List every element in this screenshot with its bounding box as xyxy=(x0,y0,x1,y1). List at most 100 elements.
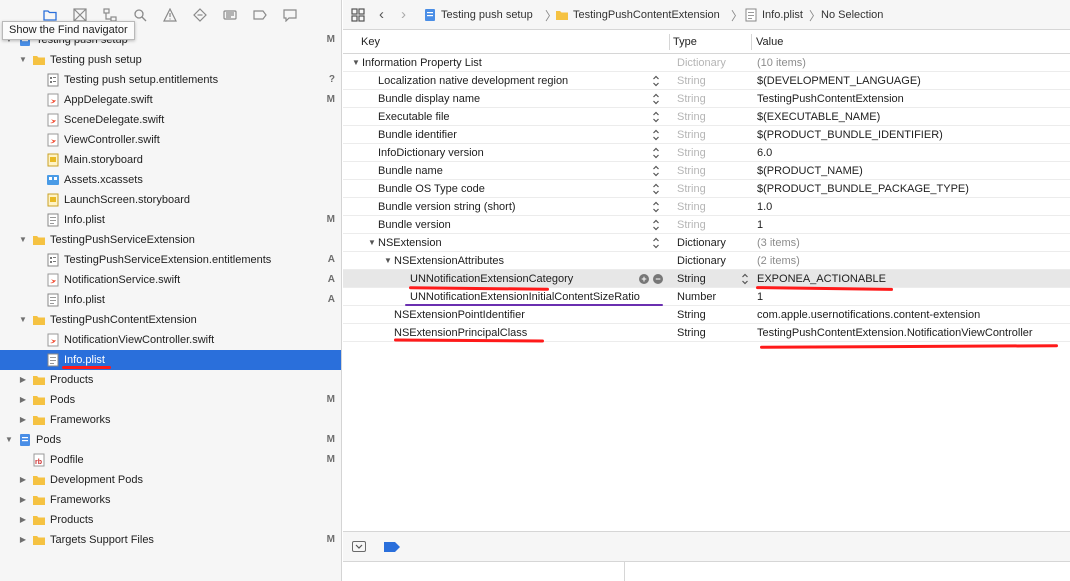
plist-value[interactable]: $(PRODUCT_NAME) xyxy=(757,162,863,180)
plist-key[interactable]: Bundle identifier xyxy=(378,126,457,144)
plist-row[interactable]: ▼ NSExtension Dictionary (3 items) xyxy=(343,234,1070,252)
plist-row[interactable]: ▼ NSExtensionAttributes Dictionary (2 items… xyxy=(343,252,1070,270)
plist-key[interactable]: NSExtensionAttributes xyxy=(394,252,504,270)
navigator-row[interactable]: Main.storyboard xyxy=(0,150,341,170)
plist-key[interactable]: Bundle name xyxy=(378,162,443,180)
plist-type[interactable]: String xyxy=(677,324,706,342)
navigator-row[interactable]: Info.plist M xyxy=(0,210,341,230)
column-divider[interactable] xyxy=(669,34,670,50)
navigator-row[interactable]: ▼ Pods M xyxy=(0,430,341,450)
related-items-icon[interactable] xyxy=(351,8,365,22)
navigator-row[interactable]: rb Podfile M xyxy=(0,450,341,470)
debug-icon[interactable] xyxy=(223,8,237,22)
disclosure-open-icon[interactable]: ▼ xyxy=(18,310,28,330)
navigator-row[interactable]: NotificationService.swift A xyxy=(0,270,341,290)
navigator-row[interactable]: LaunchScreen.storyboard xyxy=(0,190,341,210)
disclosure-open-icon[interactable]: ▼ xyxy=(351,54,361,72)
plist-type[interactable]: String xyxy=(677,126,706,144)
breadcrumb-file[interactable]: Info.plist xyxy=(762,8,803,22)
column-value[interactable]: Value xyxy=(756,31,783,53)
navigator-row[interactable]: ▶ Products xyxy=(0,510,341,530)
key-stepper-icon[interactable] xyxy=(652,92,660,106)
plist-type[interactable]: String xyxy=(677,108,706,126)
plist-type[interactable]: String xyxy=(677,144,706,162)
disclosure-open-icon[interactable]: ▼ xyxy=(367,234,377,252)
plist-row[interactable]: Localization native development region St… xyxy=(343,72,1070,90)
add-row-icon[interactable]: + xyxy=(639,274,649,284)
disclosure-closed-icon[interactable]: ▶ xyxy=(18,410,28,430)
plist-row[interactable]: InfoDictionary version String 6.0 xyxy=(343,144,1070,162)
plist-type[interactable]: String xyxy=(677,306,706,324)
breadcrumb-selection[interactable]: No Selection xyxy=(821,8,883,22)
navigator-row[interactable]: NotificationViewController.swift xyxy=(0,330,341,350)
disclosure-closed-icon[interactable]: ▶ xyxy=(18,470,28,490)
breakpoint-icon[interactable] xyxy=(253,8,267,22)
plist-value[interactable]: $(EXECUTABLE_NAME) xyxy=(757,108,880,126)
breadcrumb-project[interactable]: Testing push setup xyxy=(441,8,533,22)
column-type[interactable]: Type xyxy=(673,31,697,53)
plist-row[interactable]: Bundle version string (short) String 1.0 xyxy=(343,198,1070,216)
disclosure-closed-icon[interactable]: ▶ xyxy=(18,510,28,530)
plist-key[interactable]: Executable file xyxy=(378,108,450,126)
navigator-row[interactable]: ▶ Development Pods xyxy=(0,470,341,490)
plist-row[interactable]: Bundle name String $(PRODUCT_NAME) xyxy=(343,162,1070,180)
plist-row[interactable]: ▼ Information Property List Dictionary (10 … xyxy=(343,54,1070,72)
remove-row-icon[interactable]: − xyxy=(653,274,663,284)
plist-type[interactable]: String xyxy=(677,72,706,90)
plist-value[interactable]: $(DEVELOPMENT_LANGUAGE) xyxy=(757,72,921,90)
plist-key[interactable]: NSExtensionPointIdentifier xyxy=(394,306,525,324)
plist-key[interactable]: InfoDictionary version xyxy=(378,144,484,162)
test-icon[interactable] xyxy=(193,8,207,22)
plist-key[interactable]: Bundle version string (short) xyxy=(378,198,516,216)
navigator-row[interactable]: ▼ TestingPushServiceExtension xyxy=(0,230,341,250)
back-arrow-icon[interactable]: ‹ xyxy=(379,6,384,23)
plist-row[interactable]: NSExtensionPointIdentifier String com.appl… xyxy=(343,306,1070,324)
plist-row[interactable]: Bundle identifier String $(PRODUCT_BUNDLE_… xyxy=(343,126,1070,144)
navigator-row[interactable]: Testing push setup.entitlements? xyxy=(0,70,341,90)
navigator-row[interactable]: Assets.xcassets xyxy=(0,170,341,190)
plist-value[interactable]: 1 xyxy=(757,216,763,234)
plist-value[interactable]: 1.0 xyxy=(757,198,772,216)
key-stepper-icon[interactable] xyxy=(652,218,660,232)
key-stepper-icon[interactable] xyxy=(652,236,660,250)
column-divider[interactable] xyxy=(751,34,752,50)
plist-type[interactable]: Dictionary xyxy=(677,252,726,270)
plist-value[interactable]: (3 items) xyxy=(757,234,800,252)
plist-type[interactable]: Number xyxy=(677,288,716,306)
plist-key[interactable]: Bundle display name xyxy=(378,90,480,108)
plist-value[interactable]: $(PRODUCT_BUNDLE_PACKAGE_TYPE) xyxy=(757,180,969,198)
navigator-row[interactable]: ▶ Frameworks xyxy=(0,490,341,510)
key-stepper-icon[interactable] xyxy=(652,182,660,196)
navigator-row[interactable]: ▼ Testing push setup xyxy=(0,50,341,70)
plist-type[interactable]: Dictionary xyxy=(677,234,726,252)
plist-type[interactable]: Dictionary xyxy=(677,54,726,72)
disclosure-closed-icon[interactable]: ▶ xyxy=(18,370,28,390)
key-stepper-icon[interactable] xyxy=(652,74,660,88)
plist-value[interactable]: (2 items) xyxy=(757,252,800,270)
plist-key[interactable]: Localization native development region xyxy=(378,72,568,90)
plist-value[interactable]: TestingPushContentExtension.Notification… xyxy=(757,324,1033,342)
plist-value[interactable]: 1 xyxy=(757,288,763,306)
plist-type[interactable]: String xyxy=(677,216,706,234)
breadcrumb-group[interactable]: TestingPushContentExtension xyxy=(573,8,720,22)
navigator-row[interactable]: Info.plist A xyxy=(0,290,341,310)
type-popup-icon[interactable] xyxy=(741,272,749,286)
disclosure-closed-icon[interactable]: ▶ xyxy=(18,530,28,550)
navigator-row[interactable]: ▶ Pods M xyxy=(0,390,341,410)
breakpoint-icon[interactable] xyxy=(384,542,400,552)
symbol-icon[interactable] xyxy=(103,8,117,22)
plist-key[interactable]: NSExtension xyxy=(378,234,442,252)
plist-type[interactable]: String xyxy=(677,270,706,288)
issue-icon[interactable] xyxy=(163,8,177,22)
plist-value[interactable]: 6.0 xyxy=(757,144,772,162)
plist-row[interactable]: Bundle version String 1 xyxy=(343,216,1070,234)
find-icon[interactable] xyxy=(133,8,147,22)
report-icon[interactable] xyxy=(283,8,297,22)
key-stepper-icon[interactable] xyxy=(652,146,660,160)
navigator-row[interactable]: TestingPushServiceExtension.entitlements… xyxy=(0,250,341,270)
navigator-row[interactable]: ▶ Frameworks xyxy=(0,410,341,430)
plist-value[interactable]: TestingPushContentExtension xyxy=(757,90,904,108)
plist-value[interactable]: (10 items) xyxy=(757,54,806,72)
navigator-row[interactable]: SceneDelegate.swift xyxy=(0,110,341,130)
plist-type[interactable]: String xyxy=(677,90,706,108)
